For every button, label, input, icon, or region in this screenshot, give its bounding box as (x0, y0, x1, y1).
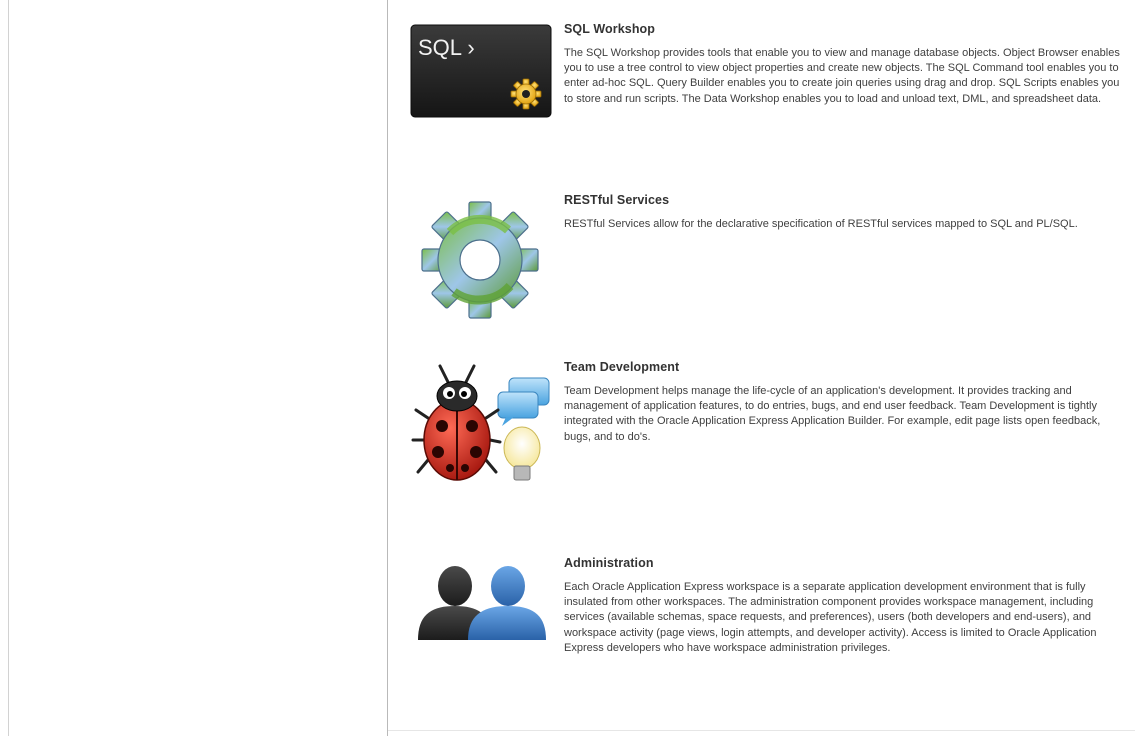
feature-sql-workshop: SQL › SQL Workshop The SQL Workshop prov… (410, 22, 1130, 172)
sql-icon-text: SQL › (418, 35, 475, 60)
team-development-icon[interactable] (410, 360, 552, 500)
feature-administration: Administration Each Oracle Application E… (410, 556, 1130, 706)
sql-workshop-icon[interactable]: SQL › (410, 22, 552, 124)
column-divider (387, 0, 388, 736)
restful-services-gear-icon[interactable] (410, 193, 550, 328)
left-sidebar-panel (9, 0, 387, 736)
feature-restful-services: RESTful Services RESTful Services allow … (410, 193, 1130, 343)
feature-title[interactable]: RESTful Services (564, 193, 1124, 207)
feature-description: The SQL Workshop provides tools that ena… (564, 47, 1120, 105)
administration-users-icon[interactable] (410, 556, 552, 651)
feature-title[interactable]: Team Development (564, 360, 1124, 374)
feature-title[interactable]: Administration (564, 556, 1124, 570)
bottom-rule (388, 730, 1135, 731)
feature-description: Team Development helps manage the life-c… (564, 385, 1101, 443)
feature-description: Each Oracle Application Express workspac… (564, 581, 1097, 654)
feature-team-development: Team Development Team Development helps … (410, 360, 1130, 510)
feature-title[interactable]: SQL Workshop (564, 22, 1124, 36)
feature-description: RESTful Services allow for the declarati… (564, 218, 1078, 230)
